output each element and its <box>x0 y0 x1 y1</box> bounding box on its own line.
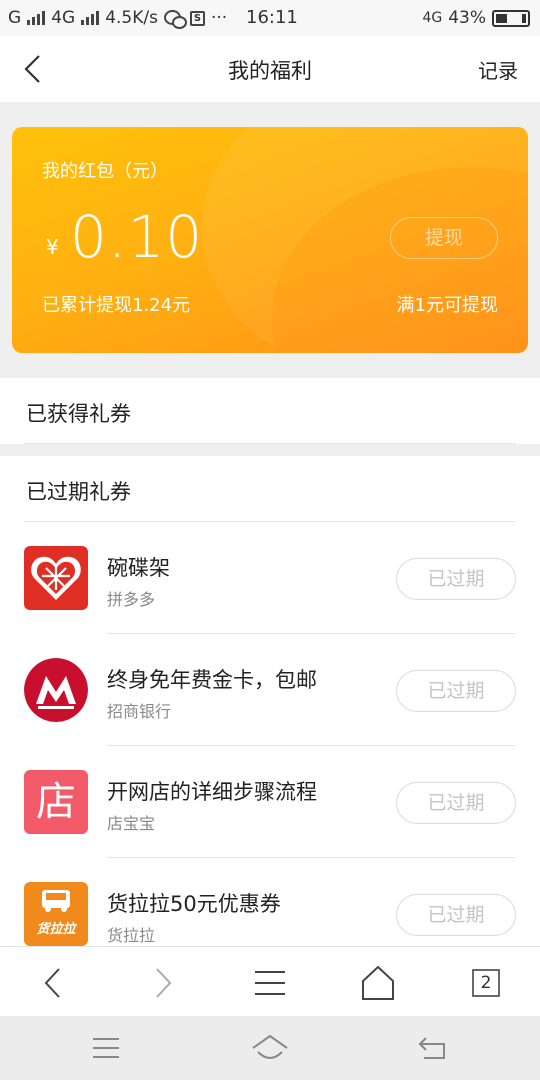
currency-symbol: ¥ <box>46 235 59 259</box>
page-title: 我的福利 <box>228 59 312 83</box>
system-home-button[interactable] <box>250 1030 290 1066</box>
network-type: 4G <box>422 10 443 26</box>
browser-menu-button[interactable] <box>248 961 292 1005</box>
page-header: 我的福利 记录 <box>0 36 540 102</box>
menu-icon <box>93 1038 119 1058</box>
tab-count: 2 <box>480 973 492 993</box>
logo-text: 货拉拉 <box>36 922 76 937</box>
total-withdrawn: 已累计提现1.24元 <box>42 295 191 316</box>
expired-badge[interactable]: 已过期 <box>396 670 516 712</box>
pinduoduo-logo-icon <box>24 546 88 610</box>
browser-home-button[interactable] <box>356 961 400 1005</box>
coupon-item[interactable]: 碗碟架 拼多多 已过期 <box>0 522 540 634</box>
coupon-name: 终身免年费金卡，包邮 <box>107 668 317 692</box>
coupon-item[interactable]: 店 开网店的详细步骤流程 店宝宝 已过期 <box>0 746 540 858</box>
carrier-label-1: G <box>8 8 22 28</box>
expired-coupons-title: 已过期礼券 <box>26 480 131 504</box>
coupon-name: 碗碟架 <box>107 556 170 580</box>
expired-badge[interactable]: 已过期 <box>396 558 516 600</box>
logo-text: 店 <box>36 779 76 825</box>
signal-icon <box>27 11 46 25</box>
carrier-label-2: 4G <box>51 8 76 28</box>
wechat-icon <box>163 10 187 29</box>
obtained-coupons-title[interactable]: 已获得礼券 <box>26 398 131 428</box>
coupon-item[interactable]: 终身免年费金卡，包邮 招商银行 已过期 <box>0 634 540 746</box>
expired-coupons-section: 已过期礼券 碗碟架 拼多多 已过期 终身免年费金卡，包邮 招商银行 已过期 店 … <box>0 456 540 946</box>
dianbaobao-logo-icon: 店 <box>24 770 88 834</box>
home-icon <box>362 965 394 1000</box>
menu-icon <box>255 971 285 995</box>
tabs-button[interactable]: 2 <box>464 961 508 1005</box>
status-right: 4G 43% <box>422 8 530 28</box>
battery-percent: 43% <box>448 8 486 28</box>
lalamove-logo-icon: 货拉拉 <box>24 882 88 946</box>
divider <box>24 443 516 444</box>
browser-forward-button[interactable] <box>140 961 184 1005</box>
signal-icon-2 <box>81 11 100 25</box>
status-left: G 4G 4.5K/s S ··· <box>8 8 228 29</box>
battery-icon <box>492 9 530 27</box>
coupon-source: 拼多多 <box>107 590 156 609</box>
recent-apps-button[interactable] <box>86 1030 126 1066</box>
cmb-logo-icon <box>24 658 88 722</box>
balance-amount: 0.10 <box>70 203 204 271</box>
withdraw-button[interactable]: 提现 <box>390 217 498 259</box>
more-icon: ··· <box>210 8 228 28</box>
red-packet-card: 我的红包（元） ¥ 0.10 提现 已累计提现1.24元 满1元可提现 <box>12 127 528 353</box>
chevron-left-icon <box>44 968 60 998</box>
system-back-button[interactable] <box>414 1030 454 1066</box>
system-nav-bar <box>0 1016 540 1080</box>
coupon-source: 店宝宝 <box>107 814 156 833</box>
network-speed: 4.5K/s <box>105 8 158 28</box>
battery-fill <box>496 13 507 23</box>
expired-badge[interactable]: 已过期 <box>396 782 516 824</box>
status-bar: G 4G 4.5K/s S ··· 16:11 4G 43% <box>0 0 540 36</box>
expired-badge[interactable]: 已过期 <box>396 894 516 936</box>
sim-icon: S <box>189 10 205 26</box>
coupon-name: 货拉拉50元优惠券 <box>107 892 281 916</box>
coupon-source: 招商银行 <box>107 702 172 721</box>
browser-back-button[interactable] <box>32 961 76 1005</box>
coupon-item[interactable]: 货拉拉 货拉拉50元优惠券 货拉拉 已过期 <box>0 858 540 946</box>
coupon-name: 开网店的详细步骤流程 <box>107 780 317 804</box>
return-icon <box>418 1037 445 1059</box>
obtained-coupons-section: 已获得礼券 <box>0 378 540 444</box>
clock: 16:11 <box>246 7 298 28</box>
home-icon <box>252 1034 288 1059</box>
minimum-withdraw-note: 满1元可提现 <box>396 295 498 316</box>
browser-toolbar: 2 <box>0 946 540 1016</box>
chevron-right-icon <box>156 968 172 998</box>
red-packet-label: 我的红包（元） <box>42 161 168 182</box>
record-link[interactable]: 记录 <box>478 55 518 84</box>
coupon-source: 货拉拉 <box>107 926 156 945</box>
